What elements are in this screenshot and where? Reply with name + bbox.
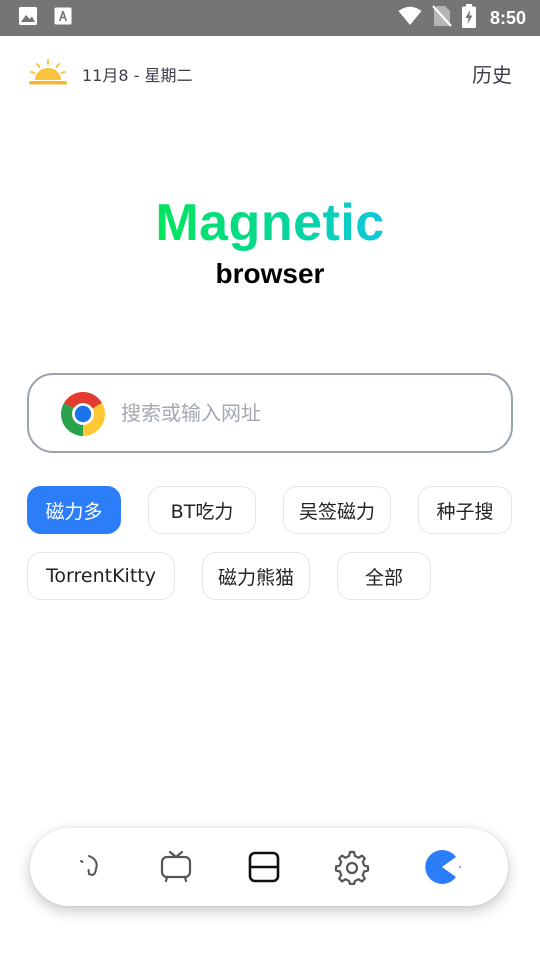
engine-chip-xiongmao[interactable]: 磁力熊猫 <box>202 552 310 600</box>
engine-chip-torrentkitty[interactable]: TorrentKitty <box>27 552 175 600</box>
engine-chip-btchili[interactable]: BT吃力 <box>148 486 256 534</box>
chrome-icon <box>59 390 107 438</box>
tv-icon[interactable] <box>154 845 198 889</box>
engine-chip-zhongzisou[interactable]: 种子搜 <box>418 486 512 534</box>
status-bar: 8:50 <box>0 0 540 36</box>
engine-chip-all[interactable]: 全部 <box>337 552 431 600</box>
gear-icon[interactable] <box>330 845 374 889</box>
image-icon <box>18 6 38 30</box>
status-system-icons: 8:50 <box>398 4 526 32</box>
history-button[interactable]: 历史 <box>472 59 512 88</box>
bottom-nav <box>30 828 508 906</box>
battery-charging-icon <box>461 4 476 32</box>
a-letter-icon <box>54 7 72 29</box>
wifi-icon <box>398 6 422 30</box>
sun-rising-icon <box>28 58 68 86</box>
status-time: 8:50 <box>489 7 526 28</box>
date-label: 11月8 - 星期二 <box>82 66 193 85</box>
search-box[interactable] <box>27 373 513 453</box>
no-sim-icon <box>432 5 452 31</box>
status-notifications <box>18 6 72 30</box>
brand-title: Magnetic <box>0 188 540 258</box>
top-row: 11月8 - 星期二 历史 <box>0 56 540 90</box>
search-input[interactable] <box>121 395 481 431</box>
brand-subtitle: browser <box>215 258 325 289</box>
engine-chip-wuqian[interactable]: 吴签磁力 <box>283 486 391 534</box>
back-icon[interactable] <box>70 845 114 889</box>
engine-chip-ciliduo[interactable]: 磁力多 <box>27 486 121 534</box>
pacman-icon[interactable] <box>420 845 464 889</box>
tabs-icon[interactable] <box>242 845 286 889</box>
brand-title-text: Magnetic <box>155 194 385 252</box>
